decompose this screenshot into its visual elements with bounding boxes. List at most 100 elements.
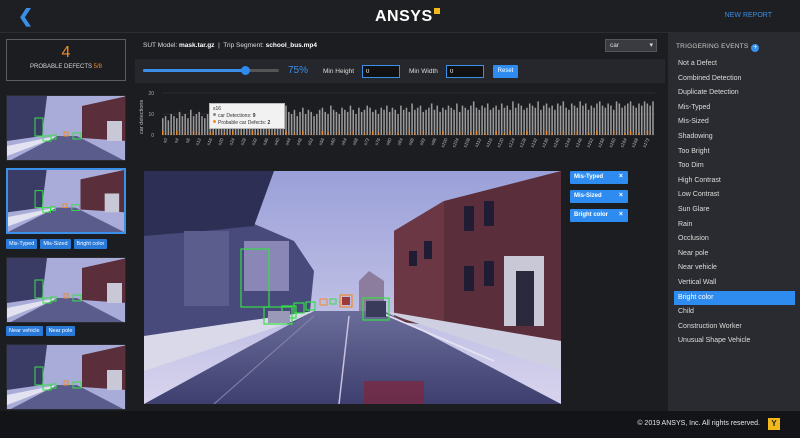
detection-bar [316,114,318,135]
detection-bar [285,105,287,135]
frame-thumbnail[interactable] [6,95,126,161]
reset-button[interactable]: Reset [493,65,518,78]
plus-circle-icon[interactable]: + [751,44,760,52]
event-item-occlusion[interactable]: Occlusion [674,232,795,247]
event-item-not-a-defect[interactable]: Not a Defect [674,57,795,72]
back-chevron-icon[interactable]: ❮ [18,6,33,27]
min-height-label: Min Height [323,68,355,75]
defect-bar [484,132,486,135]
class-select[interactable]: car ▾ [605,39,657,52]
defect-bar [475,130,478,135]
detection-bar [391,107,394,135]
defect-bar [257,132,259,135]
detection-bar [607,103,609,135]
model-info: SUT Model: mask.tar.gz | Trip Segment: s… [143,42,317,49]
event-item-combined-detection[interactable]: Combined Detection [674,72,795,87]
frame-thumbnail-selected[interactable] [6,168,126,234]
event-item-vertical-wall[interactable]: Vertical Wall [674,276,795,291]
defect-bar [192,130,195,135]
defect-bar [408,130,411,135]
event-item-construction-worker[interactable]: Construction Worker [674,320,795,335]
defect-tag[interactable]: Bright color × [570,209,628,222]
video-frame[interactable] [144,171,561,404]
x-tick-label: s60 [329,137,337,146]
detection-bar [436,105,439,135]
min-height-input[interactable] [362,65,400,78]
event-item-unusual-shape-vehicle[interactable]: Unusual Shape Vehicle [674,334,795,349]
tooltip-title: s16 [213,106,222,112]
thumb-tag[interactable]: Mis-Typed [6,239,38,249]
slider-handle[interactable] [241,66,250,75]
detection-bar [568,109,570,135]
detection-bar [643,101,646,135]
ansys-mini-logo: Y [768,418,780,430]
detection-bar [296,116,298,135]
thumb-tag[interactable]: Near vehicle [6,326,43,336]
defect-bar [198,132,200,135]
event-item-too-dim[interactable]: Too Dim [674,159,795,174]
defect-bar [327,132,329,135]
event-item-shadowing[interactable]: Shadowing [674,130,795,145]
detection-bar [397,114,399,135]
event-item-child[interactable]: Child [674,305,795,320]
frame-thumbnail[interactable] [6,257,126,323]
confidence-slider[interactable] [143,66,279,75]
event-item-low-contrast[interactable]: Low Contrast [674,188,795,203]
x-tick-label: s40 [273,137,281,146]
defect-bar [570,132,573,135]
defect-bar [526,130,528,135]
event-item-bright-color[interactable]: Bright color [674,290,795,306]
detection-bar [290,114,293,135]
defect-tag[interactable]: Mis-Typed × [570,171,628,184]
detection-bar [425,109,427,135]
defect-bar [545,130,548,135]
detection-bar [542,105,545,135]
x-tick-label: s68 [351,137,359,146]
event-item-mis-sized[interactable]: Mis-Sized [674,115,795,130]
x-tick-label: s168 [630,137,639,148]
detection-bar [470,105,472,135]
detection-bar [478,109,481,135]
trip-segment: school_bus.mp4 [265,42,317,49]
x-tick-label: s156 [597,137,606,148]
detection-bar [377,114,380,135]
defect-bar [223,132,226,135]
triggering-events-list: Not a Defect Combined Detection Duplicate … [674,57,795,349]
frame-thumbnail[interactable] [6,344,126,410]
new-report-link[interactable]: NEW REPORT [725,12,772,19]
min-width-input[interactable] [446,65,484,78]
defect-bar [624,132,626,135]
defect-bar [209,132,212,135]
event-item-sun-glare[interactable]: Sun Glare [674,203,795,218]
detection-bar [498,109,500,135]
event-item-high-contrast[interactable]: High Contrast [674,174,795,189]
detection-bar [565,107,567,135]
x-tick-label: s72 [363,137,371,146]
detection-bar [411,103,413,135]
event-item-near-pole[interactable]: Near pole [674,247,795,262]
defect-total: 5/8 [93,64,103,70]
event-item-mis-typed[interactable]: Mis-Typed [674,101,795,116]
chevron-down-icon: ▾ [649,42,653,49]
event-item-duplicate-detection[interactable]: Duplicate Detection [674,86,795,101]
event-item-too-bright[interactable]: Too Bright [674,145,795,160]
close-icon[interactable]: × [619,173,623,180]
defect-bar [442,130,444,135]
street-scene [144,171,561,404]
thumbnail-panel: 4 PROBABLE DEFECTS 5/8 Mis-Typed Mis-Siz… [0,33,135,411]
thumb-tag[interactable]: Near pole [45,326,76,336]
event-item-near-vehicle[interactable]: Near vehicle [674,261,795,276]
detection-bar [416,107,419,135]
detection-bar [649,105,651,135]
close-icon[interactable]: × [619,192,623,199]
detection-bar [506,105,509,135]
detection-bar [164,116,167,135]
defect-tag[interactable]: Mis-Sized × [570,190,628,203]
thumb-tag[interactable]: Mis-Sized [40,239,71,249]
close-icon[interactable]: × [619,211,623,218]
defect-bar [458,130,461,135]
thumb-tag[interactable]: Bright color [73,239,108,249]
defect-bar [377,132,380,135]
detection-bar [548,107,551,135]
event-item-rain[interactable]: Rain [674,218,795,233]
